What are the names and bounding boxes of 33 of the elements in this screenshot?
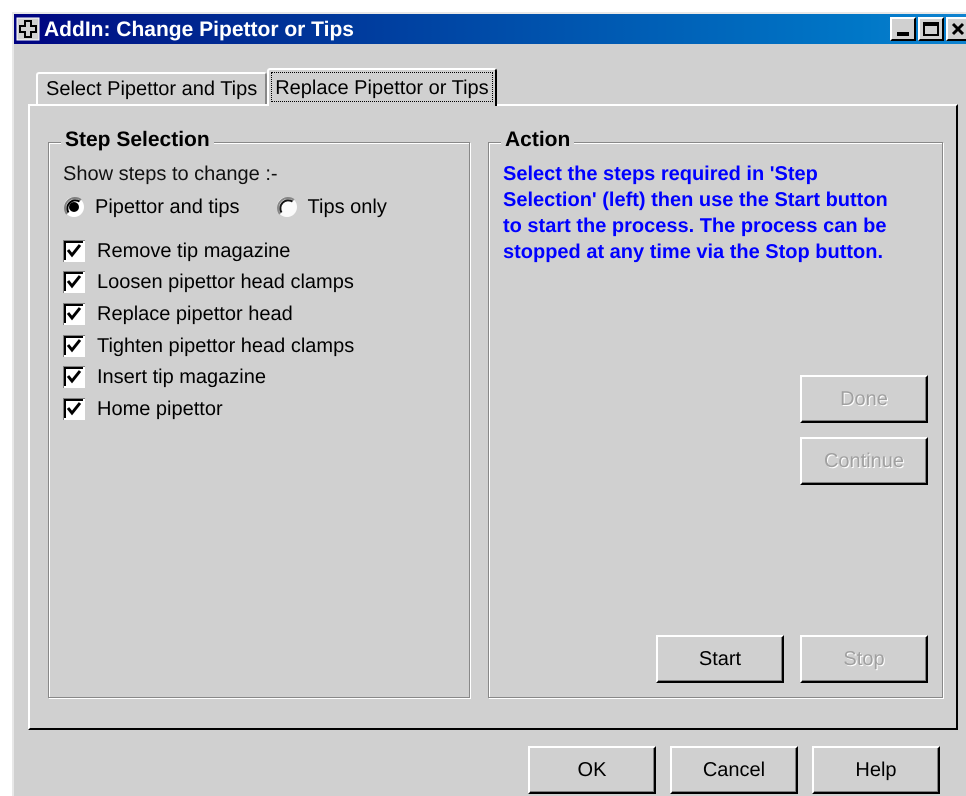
checkbox-option[interactable]: Replace pipettor head <box>63 298 455 330</box>
checkbox[interactable] <box>63 366 85 388</box>
checkbox-option[interactable]: Tighten pipettor head clamps <box>63 330 455 362</box>
push-button[interactable]: Start <box>656 635 784 683</box>
window-title: AddIn: Change Pipettor or Tips <box>44 18 354 40</box>
close-button[interactable] <box>946 17 966 41</box>
radio-option[interactable]: Tips only <box>276 193 387 221</box>
push-button[interactable]: OK <box>528 746 656 794</box>
checkbox[interactable] <box>63 271 85 294</box>
checkbox-option[interactable]: Loosen pipettor head clamps <box>63 266 455 298</box>
checkbox-option[interactable]: Home pipettor <box>63 392 455 425</box>
close-icon <box>951 22 965 36</box>
checkbox-option[interactable]: Insert tip magazine <box>63 361 455 393</box>
maximize-icon <box>923 22 939 36</box>
minimize-button[interactable] <box>890 17 916 41</box>
radio-button[interactable] <box>276 196 298 218</box>
push-button[interactable]: Cancel <box>670 746 798 794</box>
push-button[interactable]: Help <box>812 746 940 794</box>
checkbox-option[interactable]: Remove tip magazine <box>63 235 455 267</box>
tab[interactable]: Select Pipettor and Tips <box>36 72 268 104</box>
prompt-label: Show steps to change :- <box>63 162 279 187</box>
checkbox[interactable] <box>63 302 85 325</box>
minimize-icon <box>897 32 909 36</box>
checkbox[interactable] <box>63 334 85 357</box>
group-title: Step Selection <box>61 129 214 150</box>
radio-button[interactable] <box>63 196 85 218</box>
radio-option[interactable]: Pipettor and tips <box>63 193 240 221</box>
instruction-text: Select the steps required in 'Step Selection' (left) then use the Start button to start the process. The process can be stopped at any time via the Stop button. <box>503 162 889 265</box>
app-icon <box>16 17 40 41</box>
checkbox[interactable] <box>63 240 85 262</box>
checkbox[interactable] <box>63 398 85 420</box>
maximize-button[interactable] <box>918 17 944 41</box>
tab[interactable]: Replace Pipettor or Tips <box>267 68 497 106</box>
